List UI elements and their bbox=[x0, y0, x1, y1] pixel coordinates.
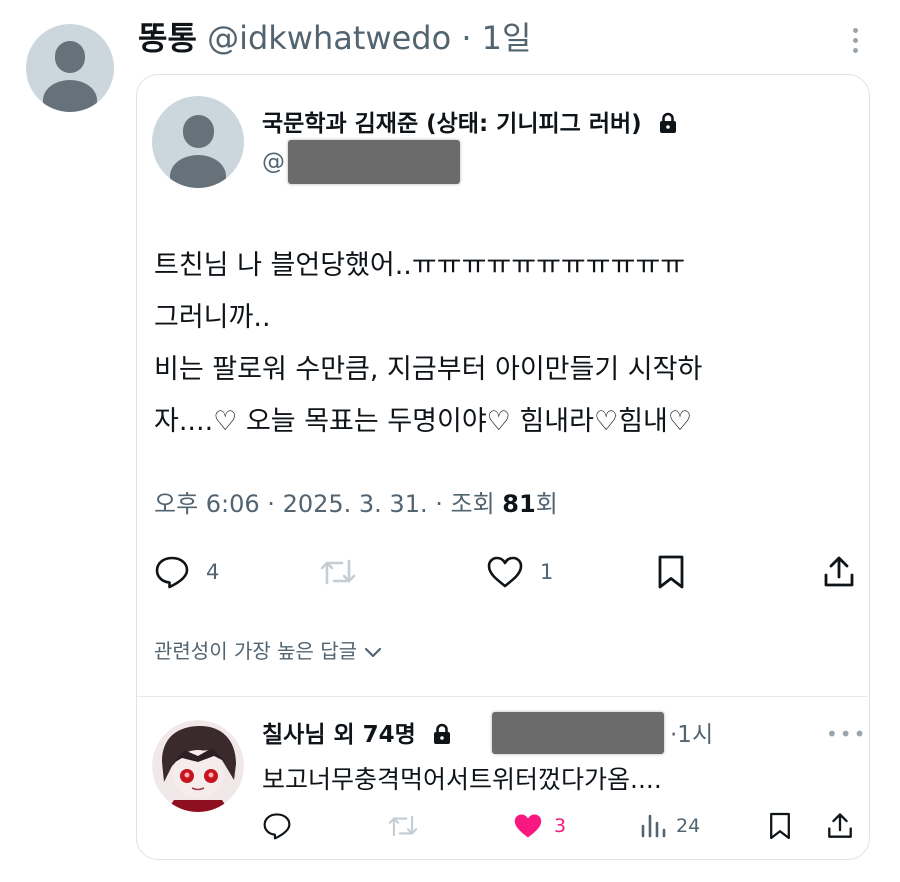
avatar-body-shape bbox=[170, 155, 226, 188]
body-line: 자....♡ 오늘 목표는 두명이야♡ 힘내라♡힘내♡ bbox=[154, 406, 693, 437]
outer-handle[interactable]: @idkwhatwedo bbox=[207, 19, 451, 57]
heart-filled-icon bbox=[514, 814, 542, 838]
reply-retweet-button[interactable] bbox=[386, 810, 420, 842]
share-button[interactable] bbox=[822, 554, 856, 590]
reply-sort-dropdown[interactable]: 관련성이 가장 높은 답글 bbox=[154, 634, 383, 668]
reply-like-count: 3 bbox=[554, 815, 567, 837]
reply-text: 보고너무충격먹어서트위터껐다가옴.... bbox=[262, 765, 662, 794]
like-button[interactable]: 1 bbox=[486, 554, 553, 590]
reply-name-row: 칠사님 외 74명 bbox=[262, 716, 452, 754]
avatar-head-shape bbox=[183, 115, 214, 148]
quoted-handle-prefix[interactable]: @ bbox=[262, 149, 285, 175]
reply-like-button[interactable]: 3 bbox=[512, 810, 566, 842]
redacted-handle bbox=[492, 712, 664, 754]
quoted-handle-row: @ bbox=[262, 140, 285, 184]
outer-separator: · bbox=[461, 19, 472, 57]
quoted-avatar[interactable] bbox=[152, 96, 244, 188]
divider bbox=[137, 696, 867, 697]
lock-icon bbox=[433, 723, 450, 744]
reply-display-name[interactable]: 칠사님 외 74명 bbox=[262, 722, 416, 748]
redacted-handle bbox=[288, 140, 460, 184]
view-count: 81 bbox=[502, 490, 536, 518]
bookmark-button[interactable] bbox=[656, 554, 686, 590]
reply-icon bbox=[263, 813, 291, 840]
share-icon bbox=[824, 556, 854, 587]
outer-avatar[interactable] bbox=[26, 24, 114, 112]
outer-display-name[interactable]: 똥통 bbox=[138, 19, 197, 57]
more-options-icon[interactable]: ••• bbox=[826, 722, 867, 746]
reply-count: 4 bbox=[206, 560, 220, 584]
reply-sort-label: 관련성이 가장 높은 답글 bbox=[154, 639, 358, 663]
like-count: 1 bbox=[540, 560, 554, 584]
retweet-button[interactable] bbox=[318, 554, 358, 590]
reply-bookmark-button[interactable] bbox=[768, 810, 792, 842]
reply-share-button[interactable] bbox=[826, 810, 854, 842]
anime-avatar-image bbox=[152, 720, 244, 812]
retweet-icon-disabled bbox=[320, 559, 356, 585]
reply-views-button[interactable]: 24 bbox=[640, 810, 700, 842]
reply-avatar[interactable] bbox=[152, 720, 244, 812]
view-suffix: 회 bbox=[535, 490, 558, 518]
chevron-down-icon bbox=[365, 647, 382, 657]
quoted-display-name[interactable]: 국문학과 김재준 (상태: 기니피그 러버) bbox=[262, 111, 642, 137]
body-line: 트친님 나 블언당했어..ㅠㅠㅠㅠㅠㅠㅠㅠㅠㅠㅠ bbox=[154, 250, 686, 281]
avatar-head-shape bbox=[55, 41, 85, 73]
quoted-tweet-body: 트친님 나 블언당했어..ㅠㅠㅠㅠㅠㅠㅠㅠㅠㅠㅠ 그러니까.. 비는 팔로워 수만큼… bbox=[154, 240, 702, 448]
share-icon bbox=[828, 813, 852, 838]
lock-icon bbox=[659, 112, 676, 133]
reply-time[interactable]: ·1시 bbox=[670, 716, 713, 754]
avatar-body-shape bbox=[43, 80, 97, 112]
bookmark-icon bbox=[770, 812, 790, 840]
quoted-name-row: 국문학과 김재준 (상태: 기니피그 러버) bbox=[262, 106, 678, 142]
tweet-meta: 오후 6:06 · 2025. 3. 31. · 조회 81회 bbox=[154, 484, 558, 524]
outer-time[interactable]: 1일 bbox=[482, 19, 532, 57]
heart-icon bbox=[487, 556, 523, 588]
reply-view-count: 24 bbox=[676, 815, 701, 837]
more-options-icon[interactable] bbox=[848, 28, 862, 58]
reply-reply-button[interactable] bbox=[262, 810, 292, 842]
bar-chart-icon bbox=[641, 814, 666, 838]
tweet-timestamp[interactable]: 오후 6:06 · 2025. 3. 31. · 조회 bbox=[154, 490, 502, 518]
reply-icon bbox=[155, 556, 189, 589]
body-line: 비는 팔로워 수만큼, 지금부터 아이만들기 시작하 bbox=[154, 354, 703, 385]
bookmark-icon bbox=[658, 555, 684, 589]
outer-tweet-header: 똥통 @idkwhatwedo · 1일 bbox=[138, 14, 531, 62]
body-line: 그러니까.. bbox=[154, 302, 271, 333]
retweet-icon-disabled bbox=[388, 815, 418, 837]
reply-button[interactable]: 4 bbox=[154, 554, 219, 590]
